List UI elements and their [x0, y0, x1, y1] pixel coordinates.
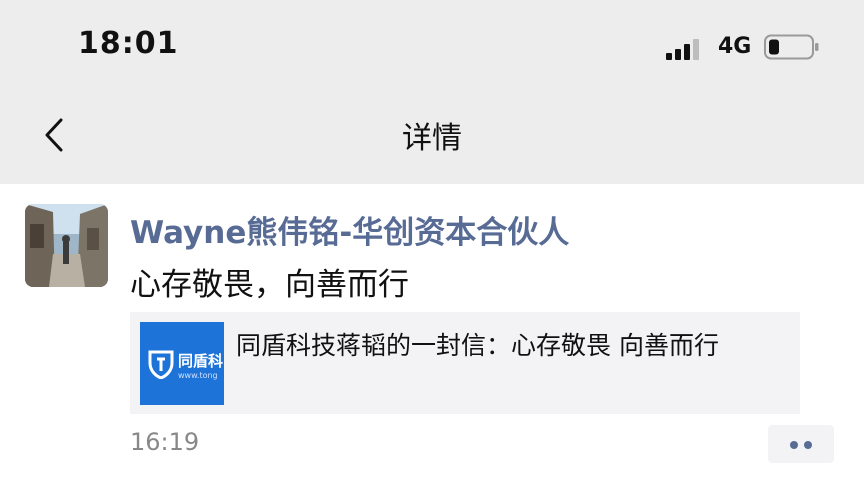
- thumbnail-url-text: www.tong: [178, 371, 218, 380]
- more-button[interactable]: [768, 425, 834, 463]
- battery-icon: [764, 34, 819, 60]
- post-time: 16:19: [130, 428, 200, 456]
- link-title: 同盾科技蒋韬的一封信：心存敬畏 向善而行: [236, 331, 719, 360]
- post-text: 心存敬畏，向善而行: [130, 267, 409, 303]
- link-thumbnail: 同盾科 www.tong: [140, 322, 224, 405]
- author-name[interactable]: Wayne熊伟铭-华创资本合伙人: [130, 207, 569, 252]
- network-label: 4G: [718, 34, 752, 59]
- status-time: 18:01: [78, 26, 179, 61]
- thumbnail-text: 同盾科: [178, 352, 224, 370]
- avatar-photo: [25, 204, 108, 287]
- shield-logo-icon: [148, 350, 174, 379]
- shared-link-card[interactable]: 同盾科 www.tong 同盾科技蒋韬的一封信：心存敬畏 向善而行: [130, 312, 800, 414]
- page-title: 详情: [402, 121, 462, 156]
- top-bar: 18:01 4G 详情: [0, 0, 864, 184]
- avatar[interactable]: [25, 204, 108, 287]
- signal-icon: [666, 39, 699, 60]
